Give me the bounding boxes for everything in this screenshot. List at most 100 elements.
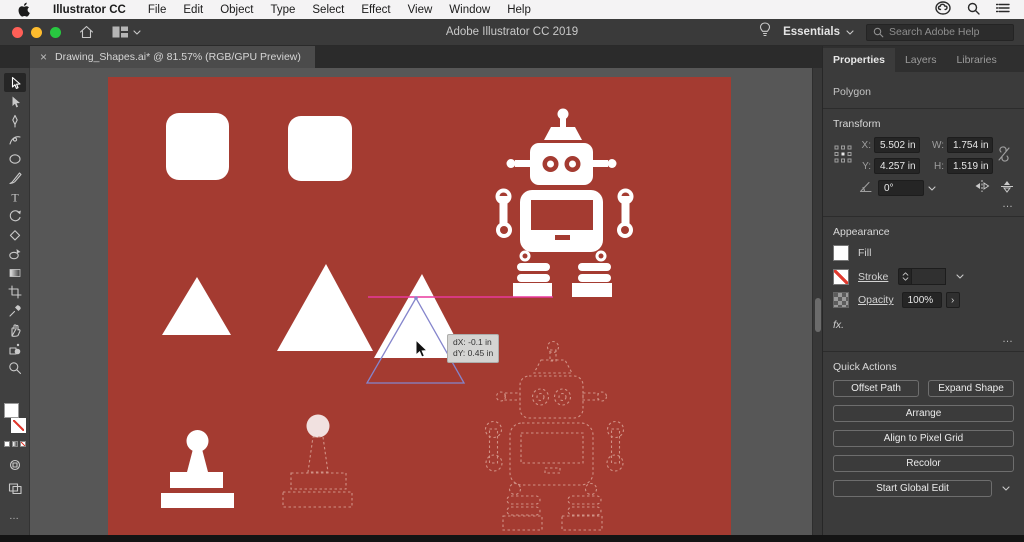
align-to-pixel-grid-button[interactable]: Align to Pixel Grid xyxy=(833,430,1014,447)
opacity-options-arrow[interactable]: › xyxy=(945,292,960,308)
tool-curvature[interactable] xyxy=(4,130,26,149)
tool-hand[interactable] xyxy=(4,320,26,339)
notification-center-icon[interactable] xyxy=(995,2,1010,17)
selected-object-type: Polygon xyxy=(833,86,871,98)
tab-properties[interactable]: Properties xyxy=(823,48,895,72)
recolor-button[interactable]: Recolor xyxy=(833,455,1014,472)
global-edit-options-icon[interactable] xyxy=(998,481,1014,497)
menu-file[interactable]: File xyxy=(148,4,167,16)
tool-artboard[interactable] xyxy=(4,282,26,301)
stroke-weight-value[interactable] xyxy=(912,268,947,285)
fill-stroke-indicator[interactable] xyxy=(3,403,26,433)
vertical-scrollbar[interactable] xyxy=(812,68,822,535)
tool-ellipse[interactable] xyxy=(4,149,26,168)
menu-window[interactable]: Window xyxy=(449,4,490,16)
search-icon xyxy=(873,27,884,37)
tool-type[interactable]: T xyxy=(4,187,26,206)
tool-eyedropper[interactable] xyxy=(4,301,26,320)
arrange-documents-button[interactable] xyxy=(112,26,141,38)
arrange-button[interactable]: Arrange xyxy=(833,405,1014,422)
tool-direct-selection[interactable] xyxy=(4,92,26,111)
fill-color-swatch[interactable] xyxy=(833,245,849,261)
stroke-swatch-none[interactable] xyxy=(10,418,26,433)
workspace-switcher[interactable]: Essentials xyxy=(783,26,854,38)
zoom-window-button[interactable] xyxy=(50,26,61,38)
tool-zoom[interactable] xyxy=(4,358,26,377)
stroke-weight-dropdown-icon[interactable] xyxy=(952,269,968,285)
apple-menu-icon[interactable] xyxy=(18,2,31,17)
stroke-color-swatch[interactable] xyxy=(833,268,849,285)
reference-point-icon[interactable] xyxy=(833,144,859,167)
transform-heading: Transform xyxy=(833,118,881,130)
menu-object[interactable]: Object xyxy=(220,4,253,16)
properties-panel: Properties Layers Libraries Polygon Tran… xyxy=(822,46,1024,535)
none-mode-icon[interactable] xyxy=(19,441,26,447)
minimize-window-button[interactable] xyxy=(31,26,42,38)
menu-edit[interactable]: Edit xyxy=(183,4,203,16)
opacity-label[interactable]: Opacity xyxy=(858,294,894,306)
y-input[interactable]: 4.257 in xyxy=(874,158,920,174)
menubar-app-name[interactable]: Illustrator CC xyxy=(53,4,126,16)
tool-symbol-sprayer[interactable] xyxy=(4,339,26,358)
menu-view[interactable]: View xyxy=(408,4,433,16)
tool-gradient[interactable] xyxy=(4,263,26,282)
h-input[interactable]: 1.519 in xyxy=(947,158,993,174)
offset-path-button[interactable]: Offset Path xyxy=(833,380,919,397)
flip-horizontal-icon[interactable] xyxy=(974,180,990,196)
illustrator-window: Illustrator CC File Edit Object Type Sel… xyxy=(0,0,1024,542)
menu-select[interactable]: Select xyxy=(312,4,344,16)
fx-effects-button[interactable]: fx. xyxy=(833,315,1014,331)
document-tabstrip: × Drawing_Shapes.ai* @ 81.57% (RGB/GPU P… xyxy=(0,46,822,68)
tool-shape-builder[interactable] xyxy=(4,244,26,263)
constrain-proportions-icon[interactable] xyxy=(996,145,1012,166)
home-button[interactable] xyxy=(79,25,94,39)
x-label: X: xyxy=(861,139,871,151)
shape-rounded-square-1[interactable] xyxy=(166,113,229,180)
tool-pen[interactable] xyxy=(4,111,26,130)
opacity-swatch[interactable] xyxy=(833,292,849,308)
toolbar-more-button[interactable]: … xyxy=(9,511,20,522)
creative-cloud-icon[interactable] xyxy=(935,1,951,18)
rotation-angle-icon xyxy=(859,181,873,196)
tab-libraries[interactable]: Libraries xyxy=(946,48,1006,72)
close-document-icon[interactable]: × xyxy=(40,51,47,63)
gpu-performance-icon[interactable] xyxy=(759,22,771,42)
tool-paintbrush[interactable] xyxy=(4,168,26,187)
w-input[interactable]: 1.754 in xyxy=(947,137,993,153)
gradient-mode-icon[interactable] xyxy=(11,441,18,447)
start-global-edit-button[interactable]: Start Global Edit xyxy=(833,480,992,497)
menu-help[interactable]: Help xyxy=(507,4,531,16)
window-bottom-edge xyxy=(0,535,1024,542)
screen-mode-button[interactable] xyxy=(4,478,26,497)
expand-shape-button[interactable]: Expand Shape xyxy=(928,380,1014,397)
stroke-weight-stepper[interactable] xyxy=(898,268,913,285)
flip-vertical-icon[interactable] xyxy=(1000,180,1014,196)
tool-selection[interactable] xyxy=(3,73,26,92)
menu-effect[interactable]: Effect xyxy=(361,4,390,16)
shape-rounded-square-2[interactable] xyxy=(288,116,352,181)
tool-rotate[interactable] xyxy=(4,206,26,225)
spotlight-search-icon[interactable] xyxy=(967,2,980,18)
document-tab-label: Drawing_Shapes.ai* @ 81.57% (RGB/GPU Pre… xyxy=(55,51,301,63)
rotation-dropdown-icon[interactable] xyxy=(924,180,940,196)
opacity-input[interactable]: 100% xyxy=(901,292,942,308)
x-input[interactable]: 5.502 in xyxy=(874,137,920,153)
rotation-input[interactable]: 0° xyxy=(878,180,924,196)
color-mode-row xyxy=(3,441,26,447)
tab-layers[interactable]: Layers xyxy=(895,48,947,72)
close-window-button[interactable] xyxy=(12,26,23,38)
search-help-input[interactable]: Search Adobe Help xyxy=(866,23,1014,41)
tooltip-dy: dY: 0.45 in xyxy=(453,348,494,359)
tool-eraser[interactable] xyxy=(4,225,26,244)
stroke-label[interactable]: Stroke xyxy=(858,271,888,283)
fill-swatch-white[interactable] xyxy=(3,403,19,418)
scrollbar-thumb[interactable] xyxy=(815,298,821,332)
menu-type[interactable]: Type xyxy=(270,4,295,16)
draw-mode-button[interactable] xyxy=(4,455,26,474)
color-mode-icon[interactable] xyxy=(3,441,10,447)
document-tab[interactable]: × Drawing_Shapes.ai* @ 81.57% (RGB/GPU P… xyxy=(30,46,315,68)
svg-text:T: T xyxy=(11,190,19,204)
canvas-area[interactable]: dX: -0.1 in dY: 0.45 in xyxy=(30,68,812,535)
transform-more-options[interactable]: … xyxy=(833,196,1014,216)
appearance-more-options[interactable]: … xyxy=(833,331,1014,351)
